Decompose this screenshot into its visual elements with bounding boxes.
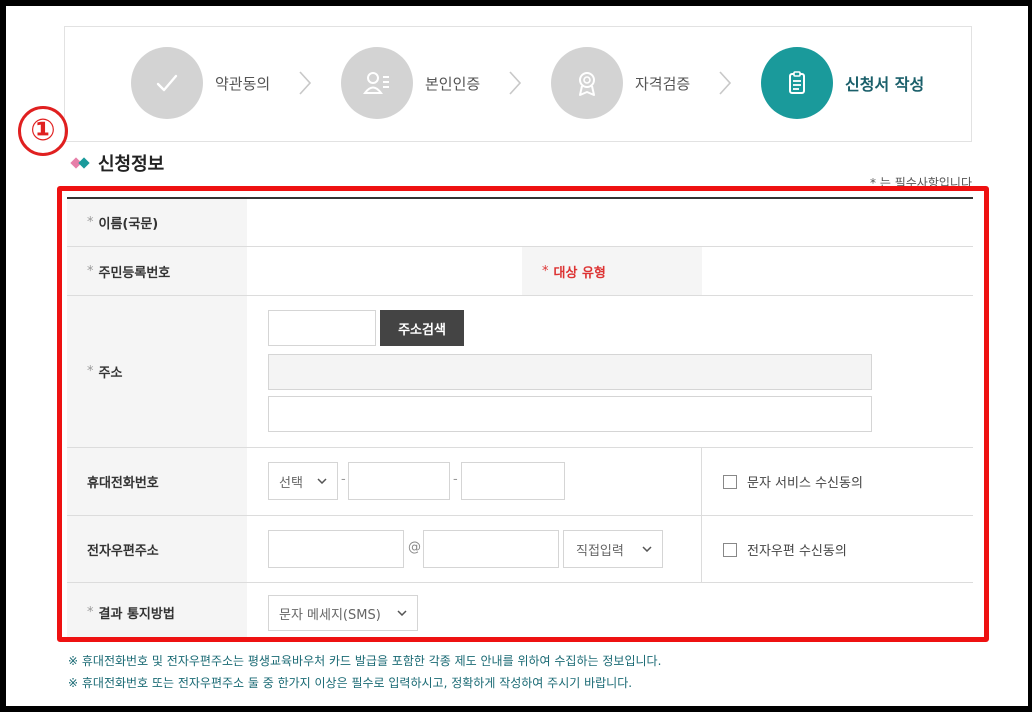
step-label: 자격검증	[635, 74, 691, 93]
annotation-number-badge: ①	[18, 106, 68, 156]
step-application: 신청서 작성	[761, 47, 924, 119]
highlight-box	[57, 186, 989, 642]
diamond-bullet-icon	[70, 156, 96, 170]
section-title-text: 신청정보	[98, 154, 165, 175]
step-label: 본인인증	[425, 74, 481, 93]
note-line: ※ 휴대전화번호 또는 전자우편주소 둘 중 한가지 이상은 필수로 입력하시고…	[68, 676, 633, 690]
progress-steps: 약관동의 본인인증 자격검증 신청서 작성	[64, 26, 972, 142]
chevron-right-icon	[719, 71, 732, 95]
step-terms: 약관동의	[131, 47, 270, 119]
step-eligibility: 자격검증	[551, 47, 690, 119]
user-card-icon	[341, 47, 413, 119]
medal-icon	[551, 47, 623, 119]
step-identity: 본인인증	[341, 47, 480, 119]
step-label: 약관동의	[215, 74, 271, 93]
document-icon	[761, 47, 833, 119]
chevron-right-icon	[509, 71, 522, 95]
section-title: 신청정보	[70, 150, 164, 176]
note-line: ※ 휴대전화번호 및 전자우편주소는 평생교육바우처 카드 발급을 포함한 각종…	[68, 654, 662, 668]
check-icon	[131, 47, 203, 119]
step-label: 신청서 작성	[845, 75, 925, 94]
chevron-right-icon	[299, 71, 312, 95]
form-notes: ※ 휴대전화번호 및 전자우편주소는 평생교육바우처 카드 발급을 포함한 각종…	[68, 650, 661, 694]
